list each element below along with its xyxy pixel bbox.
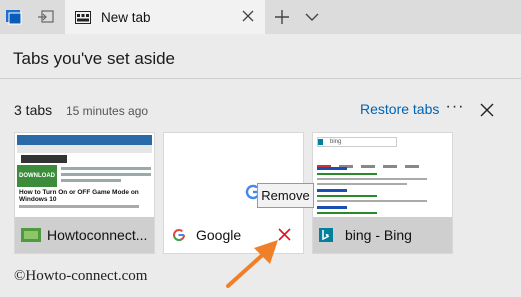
delete-group-icon[interactable] — [480, 103, 494, 117]
card-thumbnail: bing — [313, 133, 452, 217]
restore-aside-icon[interactable] — [36, 7, 56, 27]
thumb-banner: DOWNLOAD — [17, 165, 57, 187]
tabs-aside-icon[interactable] — [4, 7, 24, 27]
howtoconnect-favicon-icon — [21, 228, 41, 242]
tab-new-tab[interactable]: New tab — [65, 0, 265, 34]
card-title: bing - Bing — [345, 227, 412, 243]
tab-title: New tab — [101, 9, 151, 25]
close-tab-icon[interactable] — [241, 9, 255, 23]
new-tab-plus-icon[interactable] — [274, 9, 290, 25]
thumb-search-box: bing — [317, 137, 397, 147]
group-tab-count: 3 tabs — [14, 102, 53, 118]
watermark: ©Howto-connect.com — [14, 268, 148, 284]
annotation-arrow-icon — [226, 240, 278, 288]
card-label: Howtoconnect... — [15, 217, 154, 253]
restore-tabs-link[interactable]: Restore tabs — [360, 101, 439, 117]
panel-title: Tabs you've set aside — [13, 49, 176, 68]
card-thumbnail: DOWNLOAD How to Turn On or OFF Game Mode… — [15, 133, 154, 217]
more-options-button[interactable]: ··· — [444, 99, 466, 116]
thumb-headline: How to Turn On or OFF Game Mode on Windo… — [19, 189, 139, 203]
google-favicon-icon — [173, 229, 186, 242]
card-label: bing - Bing — [313, 217, 452, 253]
remove-tooltip: Remove — [257, 183, 314, 208]
new-tab-favicon-icon — [75, 10, 91, 24]
bing-favicon-icon — [319, 228, 333, 242]
tab-bar: New tab — [0, 0, 521, 34]
card-title: Howtoconnect... — [47, 227, 148, 243]
aside-card-howtoconnect[interactable]: DOWNLOAD How to Turn On or OFF Game Mode… — [14, 132, 155, 254]
tab-list-chevron-icon[interactable] — [304, 10, 320, 24]
group-timestamp: 15 minutes ago — [66, 104, 149, 118]
divider — [0, 78, 521, 79]
aside-card-bing[interactable]: bing bing - Bing — [312, 132, 453, 254]
